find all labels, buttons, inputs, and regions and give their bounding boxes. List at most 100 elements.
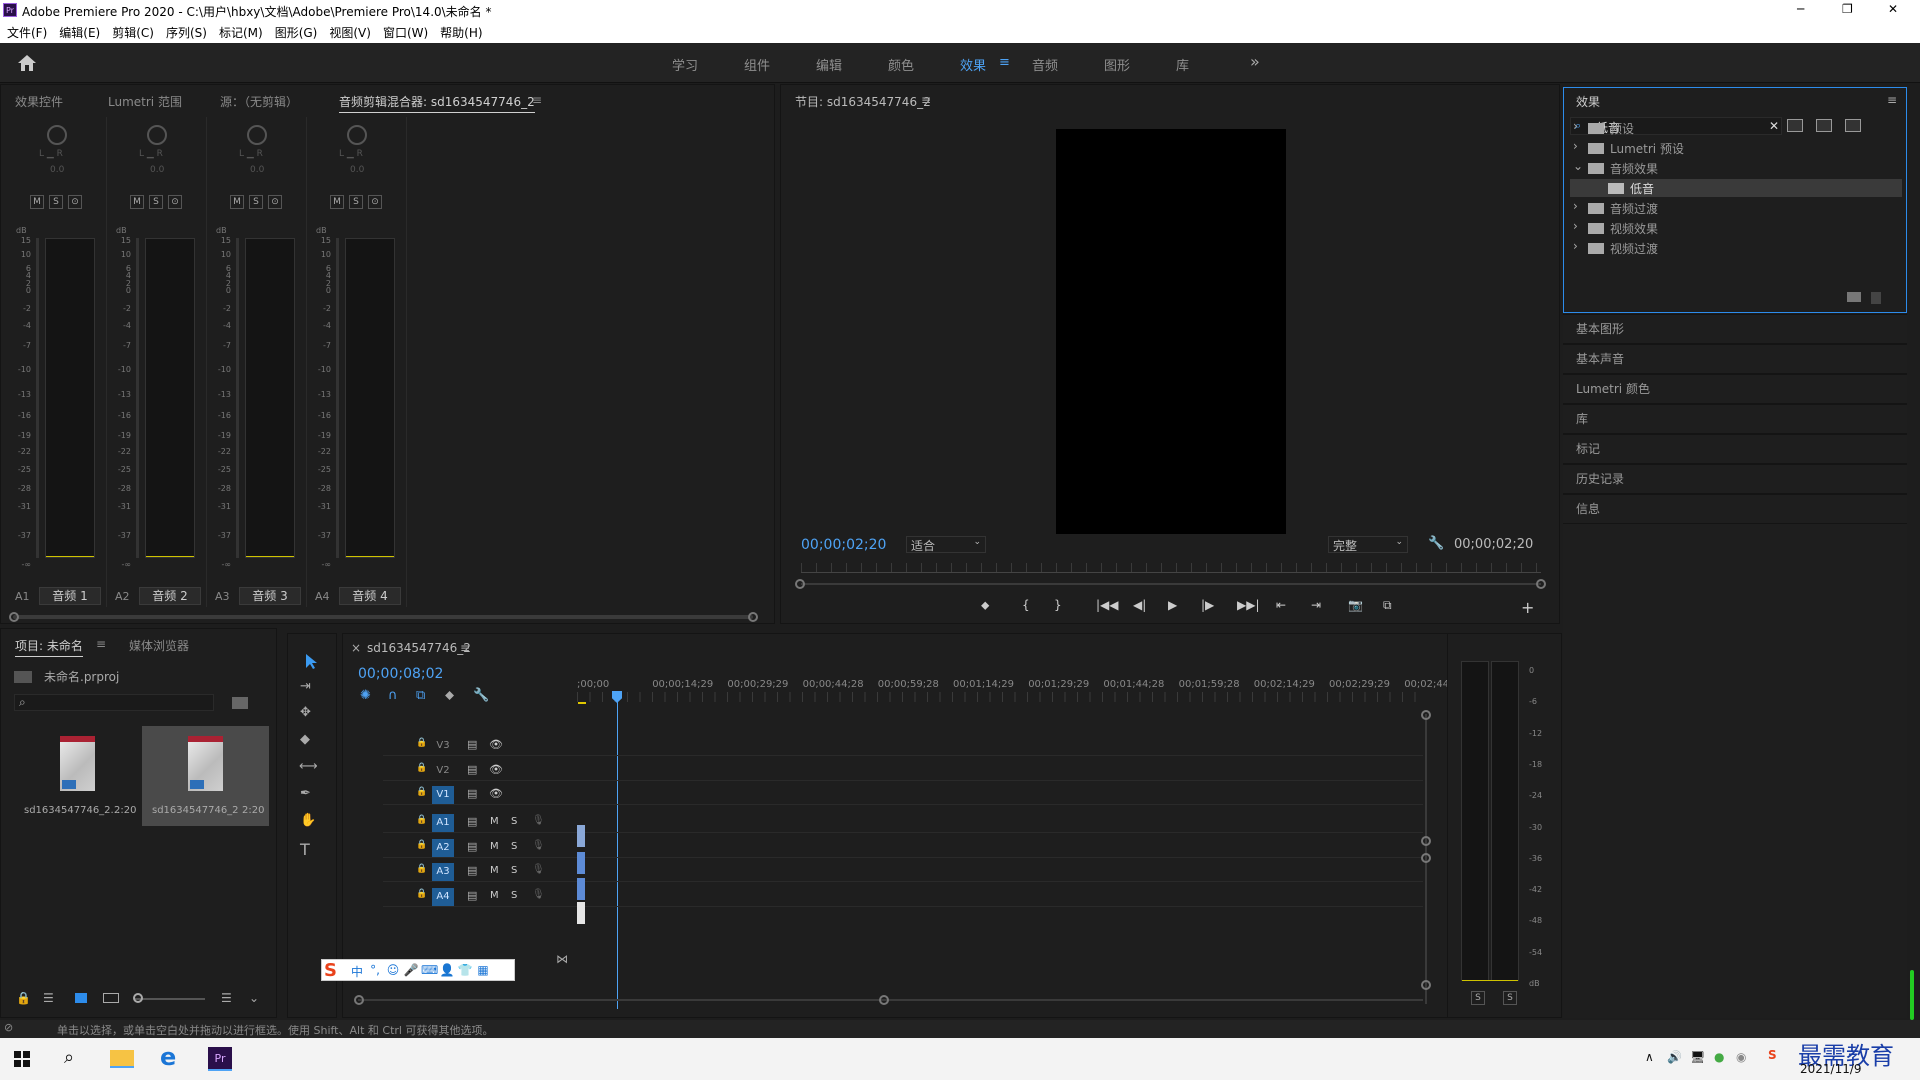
zoom-slider[interactable] <box>135 998 205 1000</box>
side-panel-header[interactable]: Lumetri 颜色 <box>1563 374 1907 404</box>
solo-right-button[interactable]: S <box>1503 991 1517 1005</box>
delete-icon[interactable] <box>1871 292 1881 304</box>
project-clip-thumbnail[interactable]: sd1634547746_2 2:20 <box>142 726 269 826</box>
freeform-view-icon[interactable] <box>103 993 119 1003</box>
extract-icon[interactable]: ⇥ <box>1311 598 1321 612</box>
list-view-icon[interactable]: ☰ <box>43 991 54 1005</box>
workspace-tab[interactable]: 颜色 <box>888 55 914 74</box>
icon-view-icon[interactable] <box>75 993 87 1003</box>
scroll-handle[interactable] <box>1421 710 1431 720</box>
windows-start-icon[interactable] <box>14 1051 30 1067</box>
lock-track-icon[interactable]: 🔒 <box>416 738 427 748</box>
chevron-right-icon[interactable]: › <box>1573 119 1578 133</box>
clip-name[interactable]: sd1634547746_2... <box>24 805 120 816</box>
solo-button[interactable]: S <box>249 195 263 209</box>
workspace-tab[interactable]: 图形 <box>1104 55 1130 74</box>
add-marker-icon[interactable]: ⬥ <box>981 598 989 613</box>
workspace-tab[interactable]: 组件 <box>744 55 770 74</box>
solo-track-button[interactable]: S <box>511 865 517 876</box>
mute-track-button[interactable]: M <box>490 865 499 876</box>
edge-icon[interactable]: e <box>160 1043 176 1071</box>
voice-icon[interactable]: 🎤 <box>403 963 419 979</box>
effects-tree-item[interactable]: › Lumetri 预设 <box>1570 139 1902 157</box>
track-target[interactable]: V1 <box>432 786 454 804</box>
mute-track-button[interactable]: M <box>490 841 499 852</box>
track-height-icon[interactable]: ⋈ <box>556 952 568 966</box>
timeline-settings-icon[interactable]: 🔧 <box>473 688 489 703</box>
solo-track-button[interactable]: S <box>511 841 517 852</box>
solo-button[interactable]: S <box>149 195 163 209</box>
panel-menu-icon[interactable]: ≡ <box>532 93 542 107</box>
workspace-tab[interactable]: 音频 <box>1032 55 1058 74</box>
ime-punctuation[interactable]: °, <box>367 963 383 979</box>
sogou-tray-icon[interactable]: S <box>1768 1048 1777 1062</box>
menu-item[interactable]: 图形(G) <box>275 26 318 40</box>
tray-app-icon-2[interactable]: ◉ <box>1736 1050 1746 1064</box>
scroll-handle[interactable] <box>1421 853 1431 863</box>
sync-lock-icon[interactable]: ▤ <box>467 763 477 776</box>
zoom-slider-handle[interactable] <box>133 993 143 1003</box>
lock-track-icon[interactable]: 🔒 <box>416 787 427 797</box>
volume-icon[interactable]: 🔊 <box>1667 1050 1682 1064</box>
lock-track-icon[interactable]: 🔒 <box>416 815 427 825</box>
premiere-taskbar-icon[interactable]: Pr <box>208 1047 232 1071</box>
v1-clip[interactable] <box>577 825 585 847</box>
work-area-start[interactable] <box>578 702 586 704</box>
effects-tree-item[interactable]: › 视频过渡 <box>1570 239 1902 257</box>
chevron-right-icon[interactable]: › <box>1573 139 1578 153</box>
workspace-tab[interactable]: 效果 <box>960 55 986 74</box>
play-icon[interactable]: ▶ <box>1168 598 1177 612</box>
a2-clip[interactable] <box>577 878 585 900</box>
skin-icon[interactable]: 👕 <box>457 963 473 979</box>
track-target[interactable]: A3 <box>432 863 454 881</box>
solo-left-button[interactable]: S <box>1471 991 1485 1005</box>
solo-button[interactable]: S <box>349 195 363 209</box>
toggle-track-output-icon[interactable]: 👁 <box>489 738 503 751</box>
search-icon[interactable]: ⌕ <box>64 1047 74 1068</box>
file-explorer-icon[interactable] <box>110 1050 134 1068</box>
track-target[interactable]: V2 <box>432 762 454 780</box>
toolbox-icon[interactable]: ▦ <box>475 963 491 979</box>
project-tab[interactable]: 项目: 未命名 <box>15 637 83 657</box>
microphone-icon[interactable]: 🎙 <box>532 889 545 900</box>
side-panel-header[interactable]: 信息 <box>1563 494 1907 524</box>
effects-tree-item[interactable]: › 视频效果 <box>1570 219 1902 237</box>
close-sequence-icon[interactable]: × <box>351 641 361 655</box>
mixer-panel-tab[interactable]: Lumetri 范围 <box>108 93 182 110</box>
add-marker-icon[interactable]: ⬥ <box>445 688 454 703</box>
timeline-h-scroll[interactable] <box>358 999 1423 1001</box>
record-button[interactable]: ⊙ <box>368 195 382 209</box>
media-browser-tab[interactable]: 媒体浏览器 <box>129 637 189 654</box>
zoom-level-dropdown[interactable]: 适合 ⌄ <box>906 536 986 553</box>
mute-button[interactable]: M <box>330 195 344 209</box>
microphone-icon[interactable]: 🎙 <box>532 864 545 875</box>
network-icon[interactable]: 🖥 <box>1690 1050 1705 1064</box>
playback-resolution-dropdown[interactable]: 完整 ⌄ <box>1328 536 1408 553</box>
ripple-edit-tool-icon[interactable]: ✥ <box>300 705 311 720</box>
workspace-tab[interactable]: 学习 <box>672 55 698 74</box>
project-search-input[interactable]: ⌕ <box>14 694 214 711</box>
solo-button[interactable]: S <box>49 195 63 209</box>
a3-clip[interactable] <box>577 902 585 924</box>
toggle-track-output-icon[interactable]: 👁 <box>489 763 503 776</box>
effects-tree-item-selected[interactable]: 低音 <box>1570 179 1902 197</box>
sync-lock-icon[interactable]: ▤ <box>467 864 477 877</box>
new-bin-icon[interactable] <box>1847 292 1861 302</box>
pan-knob[interactable] <box>347 125 367 145</box>
timeline-timecode[interactable]: 00;00;08;02 <box>358 666 443 682</box>
effects-tree-item[interactable]: › 预设 <box>1570 119 1902 137</box>
more-workspaces-icon[interactable]: » <box>1250 52 1260 71</box>
fader-track[interactable] <box>336 238 339 558</box>
maximize-button[interactable]: ❐ <box>1842 2 1853 16</box>
sync-lock-icon[interactable]: ▤ <box>467 738 477 751</box>
button-editor-add-icon[interactable]: + <box>1521 598 1534 617</box>
mark-out-icon[interactable]: } <box>1054 598 1062 612</box>
linked-selection-icon[interactable]: ⧉ <box>416 688 425 703</box>
lock-track-icon[interactable]: 🔒 <box>416 840 427 850</box>
microphone-icon[interactable]: 🎙 <box>532 840 545 851</box>
menu-item[interactable]: 标记(M) <box>219 26 263 40</box>
time-ruler[interactable] <box>801 563 1541 573</box>
track-target[interactable]: A2 <box>432 839 454 857</box>
user-icon[interactable]: 👤 <box>439 963 455 979</box>
menu-item[interactable]: 编辑(E) <box>59 26 100 40</box>
